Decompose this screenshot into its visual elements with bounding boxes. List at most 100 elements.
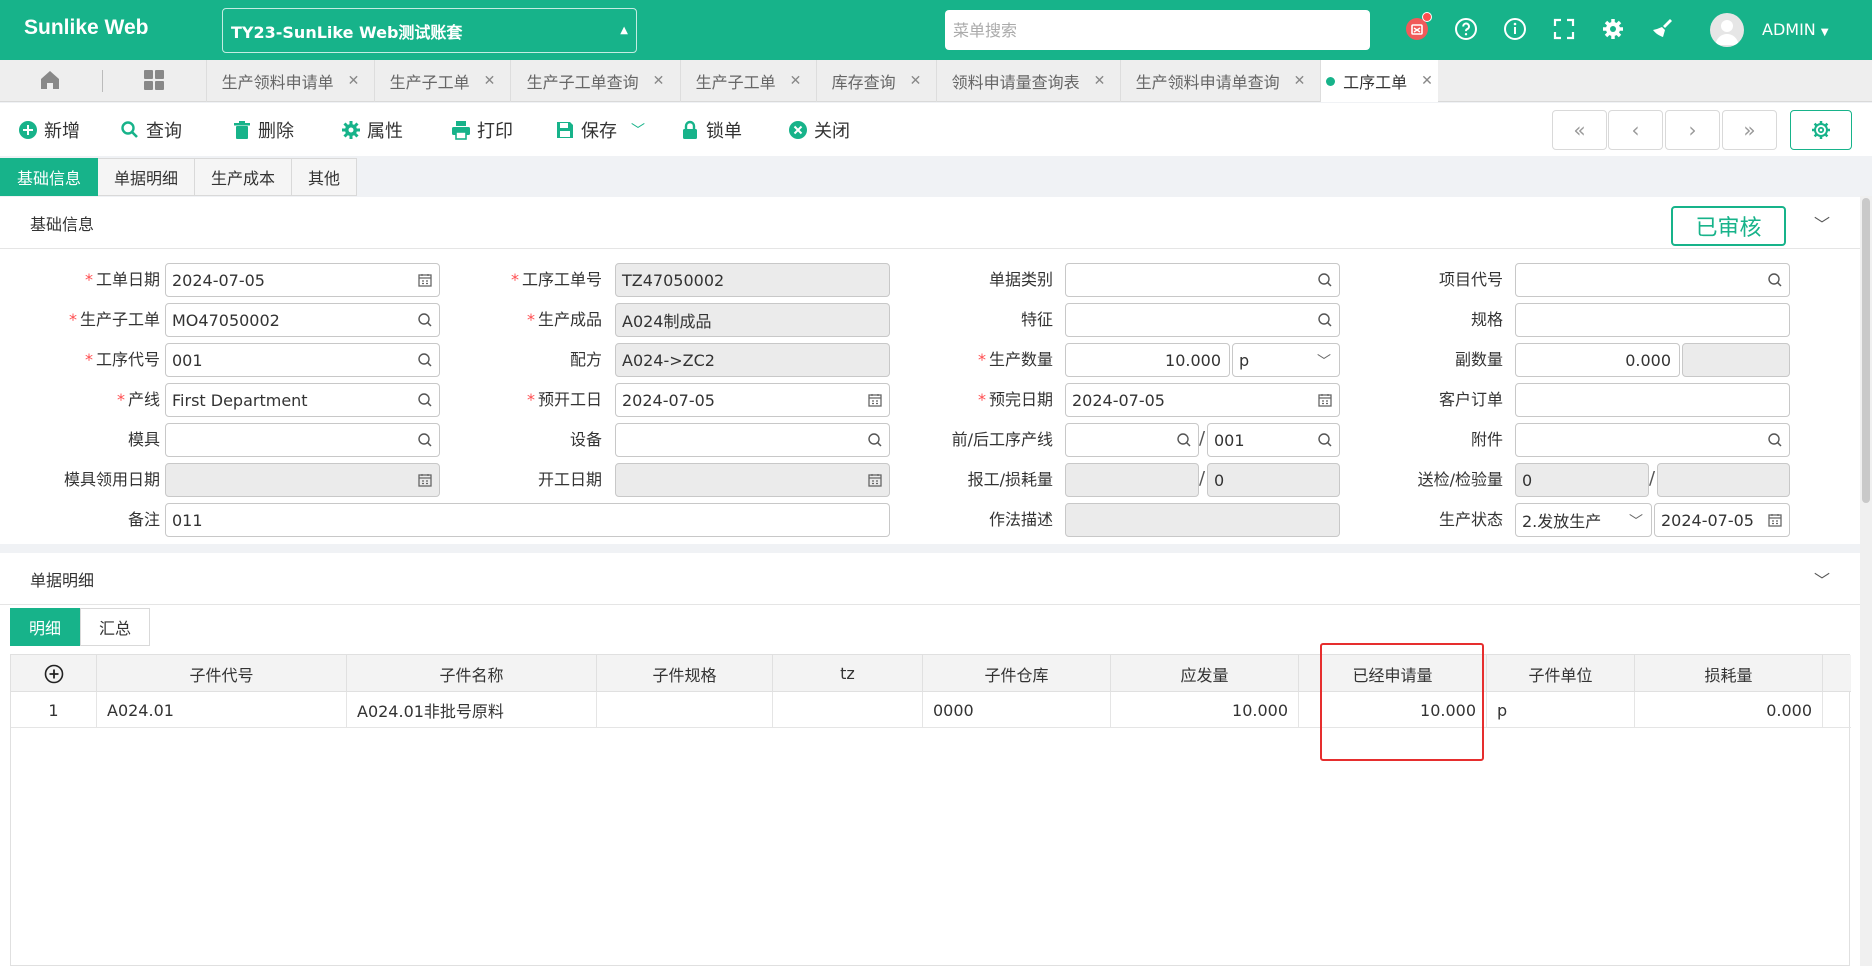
sub-qty-field[interactable]: 0.000	[1515, 343, 1680, 377]
page-settings-button[interactable]	[1790, 110, 1852, 150]
close-circle-icon	[789, 121, 807, 139]
cell-unit[interactable]: p	[1487, 692, 1635, 728]
tab-material-request-query[interactable]: 生产领料申请单查询 ✕	[1120, 60, 1320, 102]
close-icon[interactable]: ✕	[910, 73, 922, 89]
doc-type-field[interactable]	[1065, 263, 1340, 297]
notification-icon[interactable]	[1402, 12, 1432, 44]
label-op-code: * 工序代号	[84, 350, 160, 369]
tab-document-detail[interactable]: 单据明细	[98, 158, 196, 196]
cell-code[interactable]: A024.01	[97, 692, 347, 728]
prod-status-select[interactable]: 2.发放生产 ﹀	[1515, 503, 1652, 537]
work-date-field[interactable]: 2024-07-05	[165, 263, 440, 297]
close-icon[interactable]: ✕	[1094, 73, 1106, 89]
mold-field[interactable]	[165, 423, 440, 457]
line-field[interactable]: First Department	[165, 383, 440, 417]
tab-other[interactable]: 其他	[292, 158, 358, 196]
tab-basic-info[interactable]: 基础信息	[0, 158, 99, 196]
properties-button[interactable]: 属性	[341, 117, 403, 143]
next-record-button[interactable]: ›	[1665, 110, 1720, 150]
col-header[interactable]: 子件名称	[347, 655, 597, 692]
spec-field[interactable]	[1515, 303, 1790, 337]
project-code-field[interactable]	[1515, 263, 1790, 297]
feature-field[interactable]	[1065, 303, 1340, 337]
caret-down-icon: ▼	[1820, 27, 1829, 38]
fullscreen-icon[interactable]	[1549, 14, 1579, 44]
info-icon[interactable]	[1500, 14, 1530, 44]
cust-order-field[interactable]	[1515, 383, 1790, 417]
close-icon[interactable]: ✕	[484, 73, 496, 89]
tab-inventory-query[interactable]: 库存查询 ✕	[816, 60, 936, 102]
col-header[interactable]: 应发量	[1111, 655, 1299, 692]
collapse-chevron-icon[interactable]: ﹀	[1814, 567, 1830, 591]
close-icon[interactable]: ✕	[1294, 73, 1306, 89]
prod-unit-select[interactable]: p ﹀	[1232, 343, 1340, 377]
help-icon[interactable]	[1451, 14, 1481, 44]
lock-button[interactable]: 锁单	[680, 117, 742, 143]
col-header[interactable]: 子件代号	[97, 655, 347, 692]
table-row[interactable]: 1 A024.01 A024.01非批号原料 0000 10.000 10.00…	[11, 692, 1851, 728]
col-header[interactable]: 损耗量	[1635, 655, 1823, 692]
close-icon[interactable]: ✕	[790, 73, 802, 89]
cell-issue-qty[interactable]: 10.000	[1111, 692, 1299, 728]
new-button[interactable]: 新增	[18, 117, 80, 143]
scrollbar-thumb[interactable]	[1862, 198, 1870, 503]
clean-broom-icon[interactable]	[1647, 14, 1677, 44]
col-header[interactable]: 子件仓库	[923, 655, 1111, 692]
prev-line-field[interactable]	[1065, 423, 1199, 457]
prod-qty-field[interactable]: 10.000	[1065, 343, 1230, 377]
cell-warehouse[interactable]: 0000	[923, 692, 1111, 728]
tab-sub-order-query[interactable]: 生产子工单查询 ✕	[510, 60, 680, 102]
tab-material-request[interactable]: 生产领料申请单 ✕	[206, 60, 374, 102]
attachment-field[interactable]	[1515, 423, 1790, 457]
subtab-detail[interactable]: 明细	[10, 608, 81, 646]
avatar[interactable]	[1710, 13, 1744, 47]
detail-header: 单据明细 ﹀	[0, 553, 1860, 605]
home-icon[interactable]	[38, 68, 64, 94]
query-button[interactable]: 查询	[120, 117, 182, 143]
menu-search-input[interactable]	[945, 10, 1370, 50]
plan-end-field[interactable]: 2024-07-05	[1065, 383, 1340, 417]
delete-button[interactable]: 删除	[232, 117, 294, 143]
close-icon[interactable]: ✕	[1421, 73, 1433, 89]
op-code-field[interactable]: 001	[165, 343, 440, 377]
last-record-button[interactable]: »	[1722, 110, 1777, 150]
tab-production-cost[interactable]: 生产成本	[195, 158, 293, 196]
vertical-scrollbar[interactable]	[1860, 196, 1872, 966]
equipment-field[interactable]	[615, 423, 890, 457]
cell-loss[interactable]: 0.000	[1635, 692, 1823, 728]
tab-sub-order-2[interactable]: 生产子工单 ✕	[680, 60, 816, 102]
print-button[interactable]: 打印	[451, 117, 513, 143]
tab-label: 工序工单	[1343, 73, 1408, 92]
tab-label: 生产领料申请单	[221, 73, 334, 92]
account-selector[interactable]: TY23-SunLike Web测试账套 ▲	[222, 8, 637, 53]
cell-spec[interactable]	[597, 692, 773, 728]
col-header[interactable]: 子件规格	[597, 655, 773, 692]
col-header[interactable]: tz	[773, 655, 923, 692]
user-menu[interactable]: ADMIN ▼	[1762, 20, 1829, 39]
remark-field[interactable]: 011	[165, 503, 890, 537]
double-chevron-right-icon: »	[1743, 118, 1756, 142]
app-grid-icon[interactable]	[142, 68, 168, 94]
status-date-field[interactable]: 2024-07-05	[1654, 503, 1790, 537]
close-icon[interactable]: ✕	[653, 73, 665, 89]
first-record-button[interactable]: «	[1552, 110, 1607, 150]
sub-order-field[interactable]: MO47050002	[165, 303, 440, 337]
chevron-down-icon[interactable]: ﹀	[631, 120, 645, 140]
next-line-field[interactable]: 001	[1207, 423, 1340, 457]
cell-name[interactable]: A024.01非批号原料	[347, 692, 597, 728]
col-header[interactable]: 子件单位	[1487, 655, 1635, 692]
prev-record-button[interactable]: ‹	[1608, 110, 1663, 150]
settings-gear-icon[interactable]	[1598, 14, 1628, 44]
save-button[interactable]: 保存 ﹀	[555, 117, 645, 143]
tab-sub-order[interactable]: 生产子工单 ✕	[374, 60, 510, 102]
collapse-chevron-icon[interactable]: ﹀	[1814, 211, 1830, 235]
add-row-button[interactable]	[11, 655, 97, 692]
cell-tz[interactable]	[773, 692, 923, 728]
close-button[interactable]: 关闭	[788, 117, 850, 143]
toolbar: 新增 查询 删除 属性 打印 保存 ﹀ 锁单 关闭 « ‹ › »	[0, 103, 1872, 156]
subtab-summary[interactable]: 汇总	[80, 608, 151, 646]
tab-request-qty-report[interactable]: 领料申请量查询表 ✕	[936, 60, 1120, 102]
tab-operation-order[interactable]: 工序工单 ✕	[1320, 60, 1438, 102]
plan-start-field[interactable]: 2024-07-05	[615, 383, 890, 417]
close-icon[interactable]: ✕	[348, 73, 360, 89]
